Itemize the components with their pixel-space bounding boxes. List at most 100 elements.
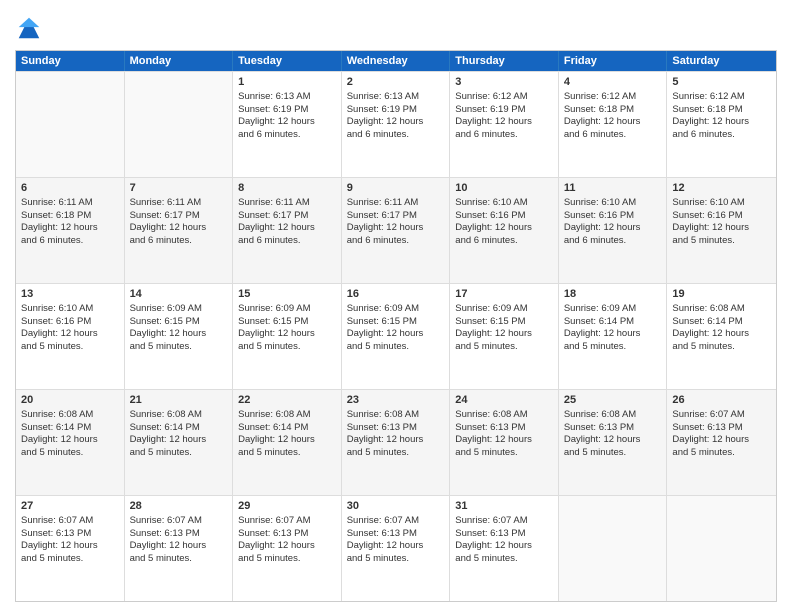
calendar-header-day: Sunday	[16, 51, 125, 71]
calendar-cell: 8Sunrise: 6:11 AM Sunset: 6:17 PM Daylig…	[233, 178, 342, 283]
day-number: 14	[130, 287, 228, 302]
day-number: 1	[238, 75, 336, 90]
day-number: 12	[672, 181, 771, 196]
day-number: 30	[347, 499, 445, 514]
calendar-cell-empty	[16, 72, 125, 177]
day-number: 15	[238, 287, 336, 302]
calendar-cell: 3Sunrise: 6:12 AM Sunset: 6:19 PM Daylig…	[450, 72, 559, 177]
day-number: 22	[238, 393, 336, 408]
calendar-header-day: Friday	[559, 51, 668, 71]
day-info: Sunrise: 6:08 AM Sunset: 6:14 PM Dayligh…	[672, 303, 749, 352]
calendar-cell: 28Sunrise: 6:07 AM Sunset: 6:13 PM Dayli…	[125, 496, 234, 601]
day-number: 6	[21, 181, 119, 196]
calendar-row: 6Sunrise: 6:11 AM Sunset: 6:18 PM Daylig…	[16, 177, 776, 283]
calendar-row: 27Sunrise: 6:07 AM Sunset: 6:13 PM Dayli…	[16, 495, 776, 601]
logo-icon	[15, 14, 43, 42]
day-number: 24	[455, 393, 553, 408]
header	[15, 10, 777, 42]
day-info: Sunrise: 6:09 AM Sunset: 6:15 PM Dayligh…	[347, 303, 424, 352]
day-number: 8	[238, 181, 336, 196]
day-info: Sunrise: 6:08 AM Sunset: 6:13 PM Dayligh…	[347, 409, 424, 458]
calendar-cell: 14Sunrise: 6:09 AM Sunset: 6:15 PM Dayli…	[125, 284, 234, 389]
day-info: Sunrise: 6:10 AM Sunset: 6:16 PM Dayligh…	[564, 197, 641, 246]
day-info: Sunrise: 6:08 AM Sunset: 6:13 PM Dayligh…	[455, 409, 532, 458]
calendar-cell: 30Sunrise: 6:07 AM Sunset: 6:13 PM Dayli…	[342, 496, 451, 601]
calendar-cell: 11Sunrise: 6:10 AM Sunset: 6:16 PM Dayli…	[559, 178, 668, 283]
calendar-cell: 18Sunrise: 6:09 AM Sunset: 6:14 PM Dayli…	[559, 284, 668, 389]
day-info: Sunrise: 6:07 AM Sunset: 6:13 PM Dayligh…	[238, 515, 315, 564]
day-number: 31	[455, 499, 553, 514]
day-number: 17	[455, 287, 553, 302]
day-info: Sunrise: 6:08 AM Sunset: 6:14 PM Dayligh…	[130, 409, 207, 458]
calendar-cell: 7Sunrise: 6:11 AM Sunset: 6:17 PM Daylig…	[125, 178, 234, 283]
calendar-header-day: Thursday	[450, 51, 559, 71]
calendar-cell: 29Sunrise: 6:07 AM Sunset: 6:13 PM Dayli…	[233, 496, 342, 601]
day-info: Sunrise: 6:13 AM Sunset: 6:19 PM Dayligh…	[347, 91, 424, 140]
day-number: 4	[564, 75, 662, 90]
day-number: 26	[672, 393, 771, 408]
page: SundayMondayTuesdayWednesdayThursdayFrid…	[0, 0, 792, 612]
day-info: Sunrise: 6:10 AM Sunset: 6:16 PM Dayligh…	[21, 303, 98, 352]
calendar-cell: 17Sunrise: 6:09 AM Sunset: 6:15 PM Dayli…	[450, 284, 559, 389]
day-info: Sunrise: 6:08 AM Sunset: 6:14 PM Dayligh…	[21, 409, 98, 458]
calendar: SundayMondayTuesdayWednesdayThursdayFrid…	[15, 50, 777, 602]
day-number: 16	[347, 287, 445, 302]
calendar-header: SundayMondayTuesdayWednesdayThursdayFrid…	[16, 51, 776, 71]
day-info: Sunrise: 6:08 AM Sunset: 6:14 PM Dayligh…	[238, 409, 315, 458]
calendar-cell: 24Sunrise: 6:08 AM Sunset: 6:13 PM Dayli…	[450, 390, 559, 495]
day-info: Sunrise: 6:10 AM Sunset: 6:16 PM Dayligh…	[455, 197, 532, 246]
day-number: 3	[455, 75, 553, 90]
day-number: 27	[21, 499, 119, 514]
calendar-cell-empty	[667, 496, 776, 601]
day-number: 5	[672, 75, 771, 90]
day-number: 2	[347, 75, 445, 90]
calendar-body: 1Sunrise: 6:13 AM Sunset: 6:19 PM Daylig…	[16, 71, 776, 601]
calendar-cell: 22Sunrise: 6:08 AM Sunset: 6:14 PM Dayli…	[233, 390, 342, 495]
day-number: 20	[21, 393, 119, 408]
calendar-cell: 2Sunrise: 6:13 AM Sunset: 6:19 PM Daylig…	[342, 72, 451, 177]
day-number: 13	[21, 287, 119, 302]
day-number: 19	[672, 287, 771, 302]
day-info: Sunrise: 6:08 AM Sunset: 6:13 PM Dayligh…	[564, 409, 641, 458]
calendar-row: 20Sunrise: 6:08 AM Sunset: 6:14 PM Dayli…	[16, 389, 776, 495]
calendar-cell: 20Sunrise: 6:08 AM Sunset: 6:14 PM Dayli…	[16, 390, 125, 495]
calendar-cell: 12Sunrise: 6:10 AM Sunset: 6:16 PM Dayli…	[667, 178, 776, 283]
calendar-cell: 6Sunrise: 6:11 AM Sunset: 6:18 PM Daylig…	[16, 178, 125, 283]
calendar-header-day: Monday	[125, 51, 234, 71]
calendar-cell: 13Sunrise: 6:10 AM Sunset: 6:16 PM Dayli…	[16, 284, 125, 389]
day-info: Sunrise: 6:12 AM Sunset: 6:18 PM Dayligh…	[564, 91, 641, 140]
day-info: Sunrise: 6:11 AM Sunset: 6:17 PM Dayligh…	[130, 197, 207, 246]
day-info: Sunrise: 6:11 AM Sunset: 6:17 PM Dayligh…	[347, 197, 424, 246]
calendar-cell: 16Sunrise: 6:09 AM Sunset: 6:15 PM Dayli…	[342, 284, 451, 389]
calendar-cell: 25Sunrise: 6:08 AM Sunset: 6:13 PM Dayli…	[559, 390, 668, 495]
day-number: 23	[347, 393, 445, 408]
day-number: 25	[564, 393, 662, 408]
calendar-header-day: Saturday	[667, 51, 776, 71]
day-number: 18	[564, 287, 662, 302]
day-info: Sunrise: 6:11 AM Sunset: 6:17 PM Dayligh…	[238, 197, 315, 246]
day-info: Sunrise: 6:09 AM Sunset: 6:14 PM Dayligh…	[564, 303, 641, 352]
day-info: Sunrise: 6:09 AM Sunset: 6:15 PM Dayligh…	[455, 303, 532, 352]
calendar-cell: 27Sunrise: 6:07 AM Sunset: 6:13 PM Dayli…	[16, 496, 125, 601]
calendar-cell: 10Sunrise: 6:10 AM Sunset: 6:16 PM Dayli…	[450, 178, 559, 283]
day-info: Sunrise: 6:11 AM Sunset: 6:18 PM Dayligh…	[21, 197, 98, 246]
day-number: 11	[564, 181, 662, 196]
calendar-cell: 21Sunrise: 6:08 AM Sunset: 6:14 PM Dayli…	[125, 390, 234, 495]
day-info: Sunrise: 6:10 AM Sunset: 6:16 PM Dayligh…	[672, 197, 749, 246]
calendar-cell: 23Sunrise: 6:08 AM Sunset: 6:13 PM Dayli…	[342, 390, 451, 495]
calendar-cell-empty	[125, 72, 234, 177]
day-number: 9	[347, 181, 445, 196]
day-info: Sunrise: 6:07 AM Sunset: 6:13 PM Dayligh…	[455, 515, 532, 564]
day-info: Sunrise: 6:07 AM Sunset: 6:13 PM Dayligh…	[347, 515, 424, 564]
calendar-cell-empty	[559, 496, 668, 601]
logo	[15, 14, 45, 42]
day-info: Sunrise: 6:12 AM Sunset: 6:19 PM Dayligh…	[455, 91, 532, 140]
calendar-header-day: Wednesday	[342, 51, 451, 71]
day-info: Sunrise: 6:13 AM Sunset: 6:19 PM Dayligh…	[238, 91, 315, 140]
calendar-row: 1Sunrise: 6:13 AM Sunset: 6:19 PM Daylig…	[16, 71, 776, 177]
day-info: Sunrise: 6:07 AM Sunset: 6:13 PM Dayligh…	[672, 409, 749, 458]
calendar-cell: 26Sunrise: 6:07 AM Sunset: 6:13 PM Dayli…	[667, 390, 776, 495]
day-info: Sunrise: 6:07 AM Sunset: 6:13 PM Dayligh…	[21, 515, 98, 564]
calendar-cell: 15Sunrise: 6:09 AM Sunset: 6:15 PM Dayli…	[233, 284, 342, 389]
day-info: Sunrise: 6:09 AM Sunset: 6:15 PM Dayligh…	[238, 303, 315, 352]
